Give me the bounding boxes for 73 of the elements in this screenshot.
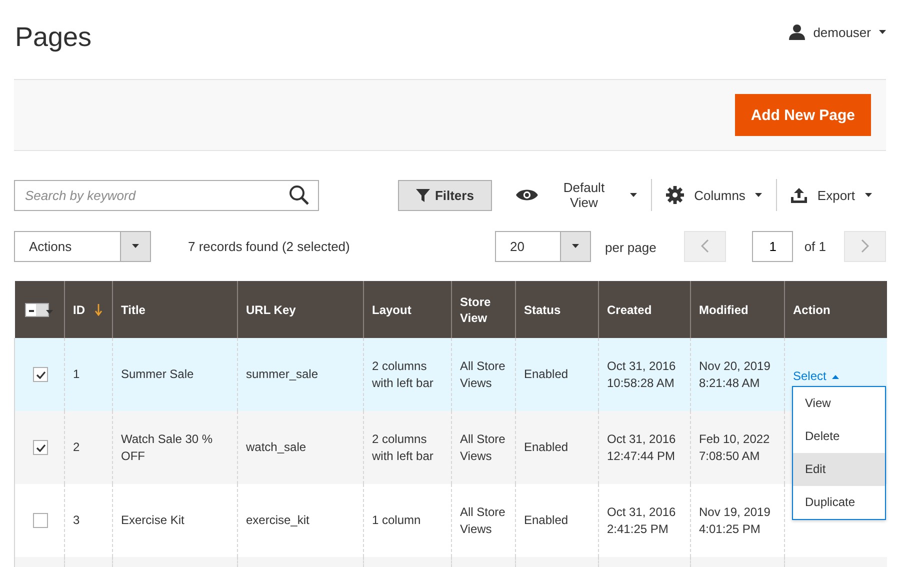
column-header[interactable]: Store View [452, 281, 516, 338]
funnel-icon [416, 188, 430, 202]
table-cell: 3 [73, 513, 80, 527]
search-field[interactable]: Search by keyword [14, 180, 319, 210]
table-cell: All Store Views [460, 504, 506, 536]
table-cell: Enabled [524, 513, 568, 527]
table-cell: All Store Views [460, 358, 506, 390]
column-header[interactable]: Status [516, 281, 598, 338]
table-cell: Feb 10, 2022 7:08:50 AM [699, 432, 770, 462]
select-link[interactable]: Select [793, 368, 840, 385]
column-header[interactable]: Modified [690, 281, 784, 338]
export-dropdown[interactable]: Export [776, 179, 872, 211]
per-page-dropdown[interactable]: 20 [494, 230, 591, 262]
checkmark-icon [36, 444, 46, 452]
table-cell: Enabled [524, 367, 568, 381]
caret-icon [755, 193, 762, 197]
row-checkbox[interactable] [33, 440, 48, 455]
gear-icon [666, 186, 684, 204]
table-cell: Nov 20, 2019 8:21:48 AM [699, 358, 770, 390]
table-cell: watch_sale [246, 440, 306, 454]
menu-item[interactable]: Delete [793, 420, 885, 453]
table-cell: Oct 31, 2016 10:58:28 AM [607, 358, 676, 390]
chevron-right-icon [861, 239, 869, 253]
caret-icon [865, 193, 872, 197]
table-cell: Oct 31, 2016 2:41:25 PM [607, 504, 676, 536]
row-checkbox[interactable] [33, 367, 48, 382]
table-cell: Oct 31, 2016 12:47:44 PM [607, 432, 676, 462]
page-number-field[interactable]: 1 [752, 230, 794, 262]
search-icon [289, 184, 309, 204]
table-cell: exercise_kit [246, 513, 310, 527]
chevron-left-icon [701, 239, 710, 253]
user-icon [789, 24, 806, 40]
table-cell: summer_sale [246, 367, 318, 381]
menu-item[interactable]: View [793, 387, 885, 420]
column-header[interactable]: URL Key [238, 281, 364, 338]
caret-up-icon [832, 374, 840, 378]
page-count: of 1 [804, 238, 826, 254]
caret-icon [630, 193, 638, 197]
caret-icon [572, 244, 579, 248]
page-title: Pages [15, 22, 92, 53]
table-cell: 1 column [372, 513, 421, 527]
table-cell: 2 columns with left bar [372, 432, 434, 462]
table-cell: Watch Sale 30 % OFF [121, 432, 213, 462]
columns-dropdown[interactable]: Columns [651, 179, 762, 211]
table-cell: Exercise Kit [121, 513, 184, 527]
table-cell: Nov 19, 2019 4:01:25 PM [699, 504, 770, 536]
caret-icon [46, 310, 52, 314]
column-header[interactable]: Title [112, 281, 238, 338]
column-header[interactable]: Created [598, 281, 690, 338]
table-cell: 2 columns with left bar [372, 358, 434, 390]
per-page-label: per page [604, 240, 656, 254]
records-count: 7 records found (2 selected) [188, 238, 350, 254]
menu-item[interactable]: Edit [793, 453, 885, 486]
filters-button[interactable]: Filters [398, 180, 492, 210]
column-header[interactable]: Action [784, 281, 886, 338]
table-cell: Summer Sale [121, 367, 194, 381]
table-cell: Enabled [524, 440, 568, 454]
caret-icon [879, 30, 886, 34]
view-dropdown[interactable]: Default View [516, 179, 638, 211]
table-cell: 1 [73, 367, 80, 381]
table-cell: 2 [73, 440, 80, 454]
eye-icon [516, 188, 538, 202]
user-menu[interactable]: demouser [789, 24, 886, 40]
column-header[interactable]: Layout [364, 281, 452, 338]
row-checkbox[interactable] [33, 513, 48, 528]
checkmark-icon [36, 370, 46, 378]
menu-item[interactable]: Duplicate [793, 486, 885, 519]
table-cell: All Store Views [460, 432, 506, 462]
add-new-page-button[interactable]: Add New Page [734, 94, 871, 136]
column-header[interactable]: ID [64, 281, 112, 338]
upload-icon [791, 188, 808, 202]
caret-icon [132, 244, 139, 248]
actions-dropdown[interactable]: Actions [14, 230, 151, 262]
